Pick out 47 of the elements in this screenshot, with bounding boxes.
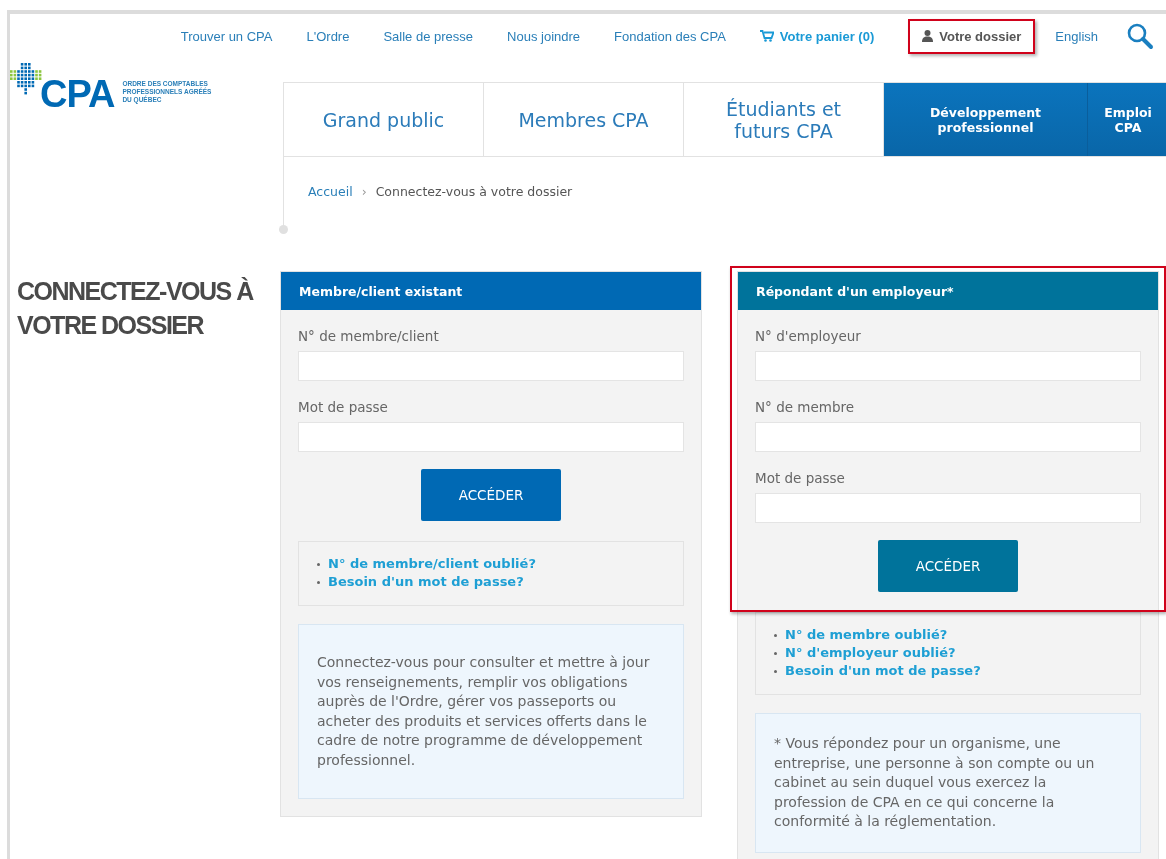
- bullet-icon: [317, 562, 320, 566]
- field-label: N° de membre: [755, 398, 856, 416]
- help-link[interactable]: Besoin d'un mot de passe?: [785, 662, 981, 680]
- nav-link[interactable]: Trouver un CPA: [166, 18, 287, 54]
- nav-link[interactable]: English: [1041, 18, 1112, 54]
- user-icon: [922, 30, 934, 42]
- field-label: N° d'employeur: [755, 327, 862, 345]
- nav-tab[interactable]: Membres CPA: [484, 83, 684, 156]
- help-link[interactable]: N° de membre oublié?: [785, 626, 948, 644]
- breadcrumb-current: Connectez-vous à votre dossier: [375, 184, 573, 199]
- nav-tab[interactable]: Développement professionnel: [884, 83, 1088, 156]
- bullet-icon: [774, 669, 777, 673]
- nav-link[interactable]: Salle de presse: [369, 18, 488, 54]
- page-heading: CONNECTEZ-VOUS À VOTRE DOSSIER: [17, 276, 255, 341]
- info-text: Connectez-vous pour consulter et mettre à jour vos renseignements, remplir vos obligations auprès de l'Ordre, gérer vos passeports ou acheter des produits et services offerts dans le cadre de notre programme de développement professionnel.: [317, 653, 651, 770]
- help-link[interactable]: Besoin d'un mot de passe?: [328, 573, 524, 591]
- bullet-icon: [774, 651, 777, 655]
- bullet-icon: [317, 580, 320, 584]
- help-link[interactable]: N° de membre/client oublié?: [328, 555, 536, 573]
- bullet-icon: [774, 633, 777, 637]
- input-field[interactable]: [298, 422, 684, 452]
- panel-header: Membre/client existant: [281, 272, 701, 310]
- access-button[interactable]: ACCÉDER: [878, 540, 1018, 592]
- access-button[interactable]: ACCÉDER: [421, 469, 561, 521]
- breadcrumb-separator: ›: [361, 184, 367, 199]
- nav-link[interactable]: Fondation des CPA: [600, 18, 740, 54]
- search-icon[interactable]: [1126, 22, 1154, 50]
- logo-wordmark: CPA: [40, 75, 115, 113]
- help-link[interactable]: N° d'employeur oublié?: [785, 644, 956, 662]
- panel-header: Répondant d'un employeur*: [738, 272, 1158, 310]
- info-text: * Vous répondez pour un organisme, une entreprise, une personne à son compte ou un cabinet au sein duquel vous exercez la profession de CPA en ce qui concerne la conformité à la réglementation.: [774, 734, 1096, 831]
- cart-icon: [759, 30, 774, 42]
- nav-tab[interactable]: Emploi CPA: [1088, 83, 1166, 156]
- nav-link[interactable]: L'Ordre: [292, 18, 364, 54]
- input-field[interactable]: [755, 351, 1141, 381]
- maple-leaf-icon: [10, 63, 42, 96]
- input-field[interactable]: [755, 422, 1141, 452]
- input-field[interactable]: [755, 493, 1141, 523]
- account-link[interactable]: Votre dossier: [908, 18, 1036, 54]
- breadcrumb-link[interactable]: Accueil: [308, 184, 353, 199]
- field-label: Mot de passe: [755, 469, 846, 487]
- field-label: N° de membre/client: [298, 327, 440, 345]
- field-label: Mot de passe: [298, 398, 389, 416]
- input-field[interactable]: [298, 351, 684, 381]
- nav-link[interactable]: Nous joindre: [493, 18, 595, 54]
- cart-link[interactable]: Votre panier (0): [745, 18, 889, 54]
- nav-tab[interactable]: Grand public: [284, 83, 484, 156]
